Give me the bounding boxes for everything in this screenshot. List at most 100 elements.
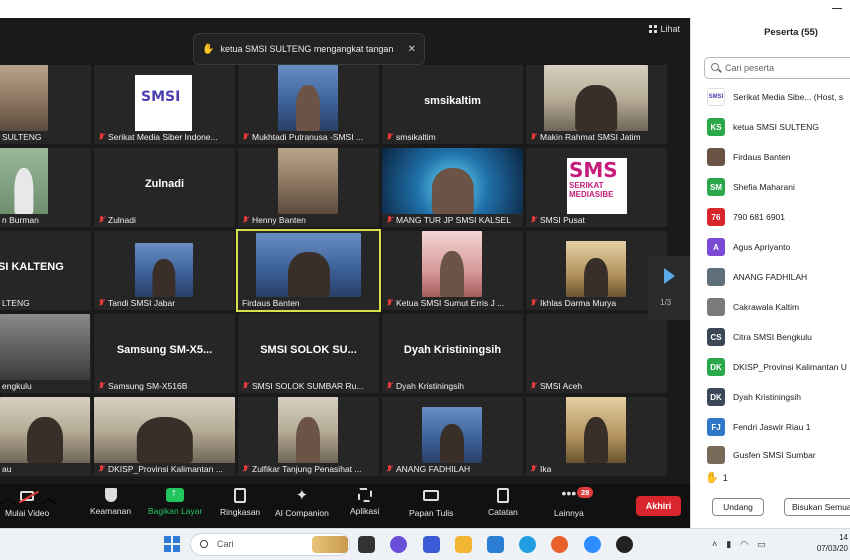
avatar: 76: [707, 208, 725, 226]
tile-name: n Burman: [2, 215, 39, 225]
video-tile[interactable]: Zulfikar Tanjung Penasihat ...: [238, 397, 379, 476]
next-page-button[interactable]: 1/3: [648, 256, 690, 320]
participant-row[interactable]: DK DKISP_Provinsi Kalimantan U: [707, 358, 847, 376]
share-screen-button[interactable]: Bagikan Layar: [148, 487, 202, 516]
media-player-icon[interactable]: [616, 536, 633, 553]
chevron-up-icon[interactable]: ˄: [712, 539, 717, 550]
video-tile[interactable]: Makin Rahmat SMSI Jatim: [526, 65, 667, 144]
end-meeting-button[interactable]: Akhiri: [636, 496, 681, 516]
tile-name: MANG TUR JP SMSI KALSEL: [386, 215, 511, 225]
participant-video: [135, 243, 193, 297]
participant-search-input[interactable]: Cari peserta: [704, 57, 850, 79]
muted-mic-icon: [242, 382, 249, 390]
muted-mic-icon: [98, 465, 105, 473]
avatar: [707, 148, 725, 166]
wifi-icon[interactable]: ◠: [740, 539, 748, 550]
start-video-button[interactable]: Mulai Video: [5, 488, 49, 518]
page-indicator: 1/3: [660, 298, 672, 307]
participant-row[interactable]: A Agus Apriyanto: [707, 238, 790, 256]
video-tile[interactable]: SI KALTENG LTENG: [0, 231, 91, 310]
tile-name: Ikhlas Darma Murya: [530, 298, 616, 308]
video-tile[interactable]: SMSI Serikat Media Siber Indone...: [94, 65, 235, 144]
store-icon[interactable]: [487, 536, 504, 553]
muted-mic-icon: [530, 299, 537, 307]
mute-all-button[interactable]: Bisukan Semua: [784, 498, 850, 516]
participant-video: [278, 65, 338, 131]
participant-row[interactable]: DK Dyah Kristiningsih: [707, 388, 801, 406]
participant-row[interactable]: Firdaus Banten: [707, 148, 791, 166]
zoom-app-icon[interactable]: [584, 536, 601, 553]
file-explorer-icon[interactable]: [455, 536, 472, 553]
security-button[interactable]: Keamanan: [90, 488, 131, 516]
minimize-icon[interactable]: [832, 8, 842, 9]
tile-name: SMSI Aceh: [530, 381, 582, 391]
summary-button[interactable]: Ringkasan: [220, 488, 260, 517]
video-tile[interactable]: Dyah Kristiningsih Dyah Kristiningsih: [382, 314, 523, 393]
muted-mic-icon: [242, 216, 249, 224]
raised-hand-icon: ✋: [705, 472, 719, 484]
notes-button[interactable]: Catatan: [488, 488, 518, 517]
network-icon[interactable]: ▮: [726, 539, 731, 550]
panel-title: Peserta (55): [764, 27, 818, 38]
avatar: DK: [707, 388, 725, 406]
video-tile[interactable]: SMSI SOLOK SU... SMSI SOLOK SUMBAR Ru...: [238, 314, 379, 393]
sparkle-icon: ✦: [295, 487, 309, 504]
tile-name: Henny Banten: [242, 215, 306, 225]
video-tile[interactable]: SULTENG: [0, 65, 91, 144]
video-tile[interactable]: smsikaltim smsikaltim: [382, 65, 523, 144]
video-tile[interactable]: au: [0, 397, 91, 476]
participant-row[interactable]: KS ketua SMSI SULTENG: [707, 118, 819, 136]
participant-row[interactable]: 76 790 681 6901: [707, 208, 785, 226]
video-tile[interactable]: Zulnadi Zulnadi: [94, 148, 235, 227]
raised-hands-count: ✋ 1: [705, 472, 728, 484]
ai-companion-button[interactable]: ✦ AI Companion: [275, 487, 329, 519]
video-tile[interactable]: Samsung SM-X5... Samsung SM-X516B: [94, 314, 235, 393]
apps-button[interactable]: Aplikasi: [350, 488, 379, 516]
tile-name: Zulfikar Tanjung Penasihat ...: [242, 464, 361, 474]
video-tile[interactable]: Ketua SMSI Sumut Erris J ...: [382, 231, 523, 310]
video-tile[interactable]: n Burman: [0, 148, 91, 227]
notes-icon: [496, 488, 509, 503]
edge-browser-icon[interactable]: [519, 536, 536, 553]
windows-start-icon[interactable]: [164, 536, 180, 552]
editor-app-icon[interactable]: [423, 536, 440, 553]
battery-icon[interactable]: ▭: [757, 539, 766, 550]
video-tile[interactable]: SMS SERIKAT MEDIASIBE SMSI Pusat: [526, 148, 667, 227]
chevron-right-icon: [664, 268, 675, 284]
participant-video: [256, 233, 361, 297]
participant-row[interactable]: SMSI Serikat Media Sibe... (Host, s: [707, 88, 843, 106]
whiteboard-button[interactable]: Papan Tulis: [409, 488, 453, 518]
participant-row[interactable]: Gusfen SMSI Sumbar: [707, 446, 816, 464]
participant-row[interactable]: SM Shefia Maharani: [707, 178, 795, 196]
active-speaker-tile[interactable]: Firdaus Banten: [236, 229, 381, 312]
window-title-strip: [0, 0, 850, 18]
invite-button[interactable]: Undang: [712, 498, 764, 516]
meeting-video-area: Lihat SULTENG SMSI Serikat Media Siber I…: [0, 18, 690, 484]
firefox-icon[interactable]: [551, 536, 568, 553]
video-tile[interactable]: SMSI Aceh: [526, 314, 667, 393]
video-tile[interactable]: Ika: [526, 397, 667, 476]
video-tile[interactable]: MANG TUR JP SMSI KALSEL: [382, 148, 523, 227]
video-tile[interactable]: Tandi SMSI Jabar: [94, 231, 235, 310]
view-button[interactable]: Lihat: [649, 24, 680, 34]
widget-image-icon[interactable]: [312, 536, 348, 553]
participant-row[interactable]: ANANG FADHILAH: [707, 268, 807, 286]
participant-row[interactable]: FJ Fendri Jaswir Riau 1: [707, 418, 810, 436]
task-view-icon[interactable]: [358, 536, 375, 553]
video-tile[interactable]: ANANG FADHILAH: [382, 397, 523, 476]
video-tile[interactable]: engkulu: [0, 314, 91, 393]
video-tile[interactable]: DKISP_Provinsi Kalimantan ...: [94, 397, 235, 476]
avatar: SM: [707, 178, 725, 196]
participant-row[interactable]: CS Citra SMSI Bengkulu: [707, 328, 812, 346]
video-tile[interactable]: Mukhtadi Putranusa -SMSI ...: [238, 65, 379, 144]
tile-name: Ketua SMSI Sumut Erris J ...: [386, 298, 504, 308]
close-icon[interactable]: ✕: [408, 44, 416, 55]
muted-mic-icon: [530, 465, 537, 473]
apps-icon: [357, 488, 372, 502]
tile-name: ANANG FADHILAH: [386, 464, 470, 474]
participant-row[interactable]: Cakrawala Kaltim: [707, 298, 799, 316]
video-tile[interactable]: Henny Banten: [238, 148, 379, 227]
clock[interactable]: 14 07/03/20: [814, 532, 848, 554]
chat-app-icon[interactable]: [390, 536, 407, 553]
video-tile[interactable]: Ikhlas Darma Murya: [526, 231, 667, 310]
